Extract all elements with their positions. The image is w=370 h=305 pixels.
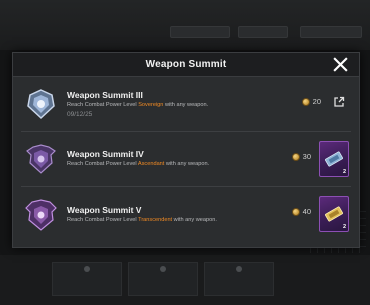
- achievement-level: Ascendant: [137, 161, 165, 167]
- reward: 30: [291, 152, 311, 161]
- achievement-badge-icon: [25, 143, 57, 175]
- reward-value: 20: [312, 97, 321, 106]
- item-quantity: 2: [342, 169, 346, 175]
- background-chip: [170, 26, 230, 38]
- reward-item-card[interactable]: 2: [319, 141, 349, 177]
- achievement-list: Weapon Summit III Reach Combat Power Lev…: [13, 77, 359, 242]
- achievement-row[interactable]: Weapon Summit V Reach Combat Power Level…: [21, 187, 351, 242]
- reward-value: 30: [302, 152, 311, 161]
- gold-ticket-icon: [323, 203, 345, 225]
- reward: 40: [291, 207, 311, 216]
- background-card: [128, 262, 198, 296]
- achievement-badge-icon: [25, 88, 57, 120]
- coin-icon: [291, 207, 300, 216]
- share-icon: [334, 96, 345, 107]
- weapon-summit-dialog: Weapon Summit Weapon Summit III Reach Co…: [12, 52, 360, 248]
- achievement-row[interactable]: Weapon Summit III Reach Combat Power Lev…: [21, 77, 351, 132]
- share-button[interactable]: [333, 96, 345, 108]
- coin-icon: [291, 152, 300, 161]
- coin-icon: [301, 97, 310, 106]
- achievement-level: Sovereign: [138, 101, 164, 108]
- reward-item-card[interactable]: 2: [319, 196, 349, 232]
- background-card: [204, 262, 274, 296]
- achievement-description: Reach Combat Power Level Ascendant with …: [67, 161, 210, 167]
- background-card: [52, 262, 122, 296]
- dialog-header: Weapon Summit: [13, 53, 359, 77]
- blue-ticket-icon: [323, 148, 345, 170]
- reward-value: 40: [302, 207, 311, 216]
- achievement-date: 09/12/25: [67, 110, 93, 118]
- background-chip: [300, 26, 362, 38]
- close-button[interactable]: [332, 56, 349, 73]
- dialog-title: Weapon Summit: [145, 59, 227, 70]
- achievement-row[interactable]: Weapon Summit IV Reach Combat Power Leve…: [21, 132, 351, 187]
- achievement-description: Reach Combat Power Level Transcendent wi…: [67, 216, 217, 223]
- item-quantity: 2: [342, 224, 346, 230]
- close-icon: [333, 57, 348, 72]
- background-header: [0, 0, 370, 50]
- reward: 20: [301, 97, 321, 106]
- background-chip: [238, 26, 288, 38]
- achievement-badge-icon: [25, 198, 57, 231]
- achievement-level: Transcendent: [138, 216, 173, 223]
